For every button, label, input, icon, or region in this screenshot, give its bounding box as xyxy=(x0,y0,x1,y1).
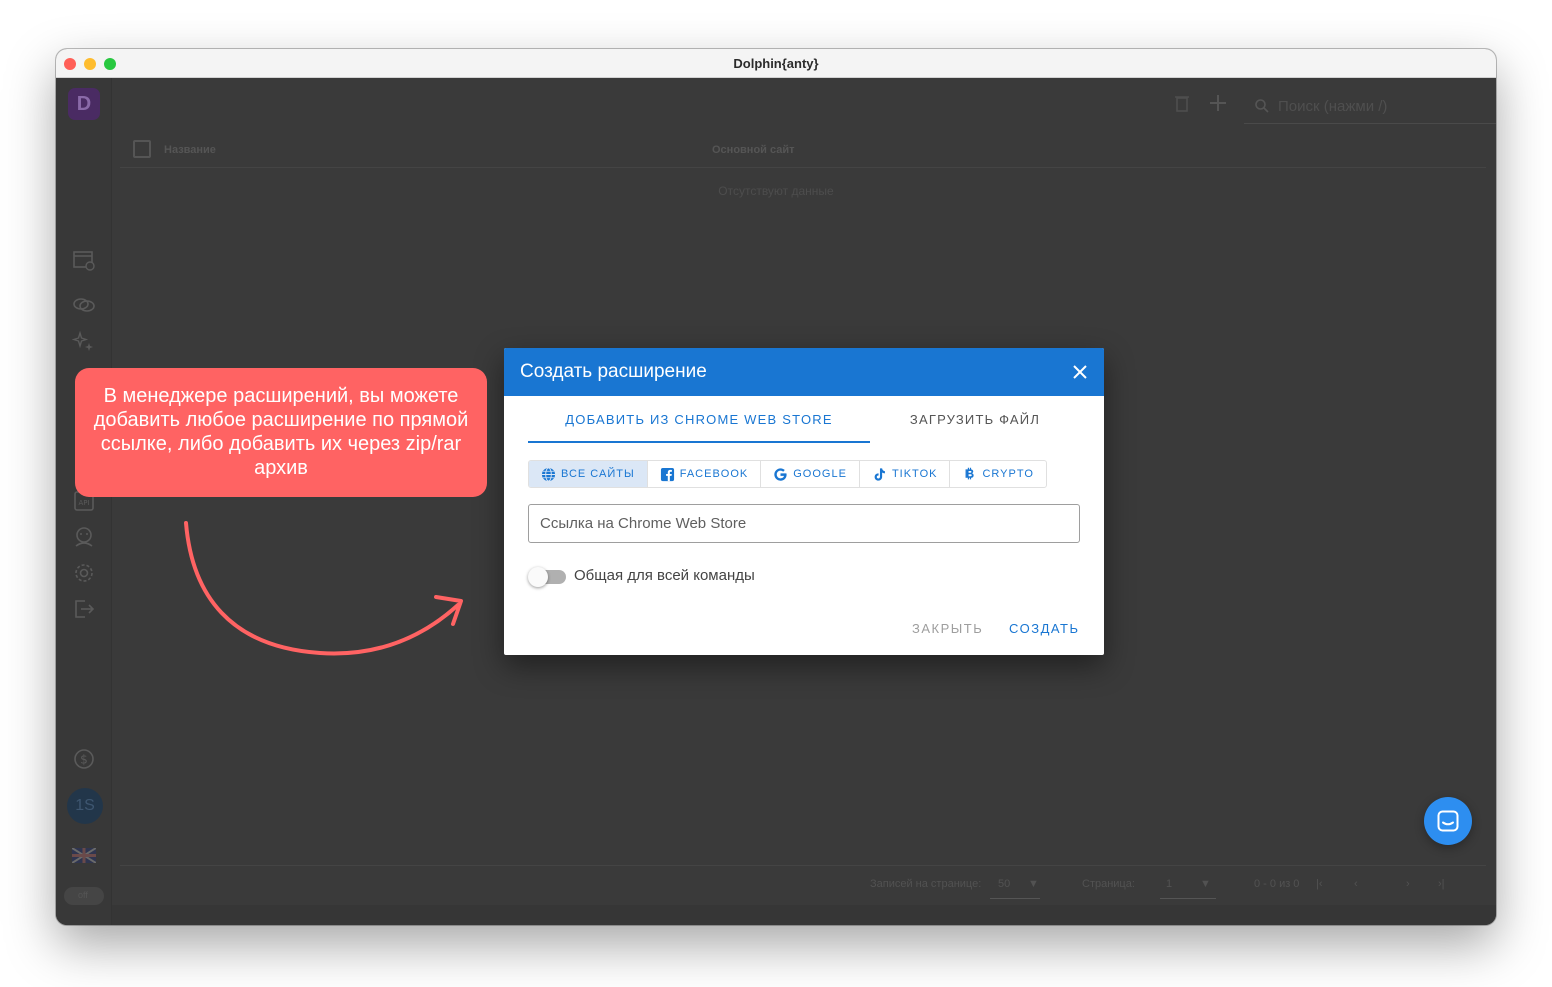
filter-label: GOOGLE xyxy=(793,468,847,480)
filter-crypto[interactable]: CRYPTO xyxy=(950,461,1045,487)
add-icon[interactable] xyxy=(1207,92,1229,114)
filter-all-sites[interactable]: ВСЕ САЙТЫ xyxy=(529,461,648,487)
create-button[interactable]: СОЗДАТЬ xyxy=(1009,621,1080,636)
sidebar: D API $ 1S off xyxy=(56,78,112,925)
annotation-arrow-icon xyxy=(184,521,463,656)
logout-icon[interactable] xyxy=(72,598,96,620)
filter-tiktok[interactable]: TIKTOK xyxy=(860,461,951,487)
bitcoin-icon xyxy=(966,467,975,479)
chrome-web-store-url-input[interactable] xyxy=(528,504,1080,543)
site-filter-group: ВСЕ САЙТЫ FACEBOOK GOOGLE TIKTOK CRYPTO xyxy=(528,460,1047,488)
column-header-name[interactable]: Название xyxy=(164,144,216,156)
filter-label: TIKTOK xyxy=(891,468,938,480)
tiktok-icon xyxy=(874,467,885,481)
proxy-icon[interactable] xyxy=(72,294,96,316)
empty-table-message: Отсутствуют данные xyxy=(718,184,834,198)
chat-icon xyxy=(1437,810,1459,832)
annotation-callout: В менеджере расширений, вы можете добави… xyxy=(75,368,487,497)
close-icon[interactable] xyxy=(1070,362,1090,382)
range-text: 0 - 0 из 0 xyxy=(1254,878,1300,890)
page-label: Страница: xyxy=(1082,878,1135,890)
share-with-team-label: Общая для всей команды xyxy=(574,567,755,584)
next-page-icon[interactable]: › xyxy=(1406,878,1410,890)
select-all-checkbox[interactable] xyxy=(133,140,151,158)
support-chat-button[interactable] xyxy=(1424,797,1472,845)
browser-profiles-icon[interactable] xyxy=(72,250,96,272)
rows-per-page-label: Записей на странице: xyxy=(870,878,982,890)
prev-page-icon[interactable]: ‹ xyxy=(1354,878,1358,890)
create-extension-dialog: Создать расширение ДОБАВИТЬ ИЗ CHROME WE… xyxy=(504,348,1104,655)
billing-dollar-icon[interactable]: $ xyxy=(72,748,96,770)
page-select[interactable]: 1 xyxy=(1166,878,1172,890)
dialog-title: Создать расширение xyxy=(520,361,707,382)
first-page-icon[interactable]: |‹ xyxy=(1316,878,1323,890)
filter-facebook[interactable]: FACEBOOK xyxy=(648,461,762,487)
filter-label: FACEBOOK xyxy=(679,468,749,480)
share-with-team-toggle[interactable] xyxy=(528,567,566,587)
column-header-main-site[interactable]: Основной сайт xyxy=(712,144,795,156)
team-icon[interactable] xyxy=(72,526,96,548)
filter-label: CRYPTO xyxy=(982,468,1034,480)
search-placeholder: Поиск (нажми /) xyxy=(1278,98,1388,115)
automation-icon[interactable] xyxy=(71,330,96,352)
table-header: Название Основной сайт xyxy=(120,136,1486,168)
google-icon xyxy=(774,467,787,481)
svg-text:API: API xyxy=(78,499,89,507)
tab-chrome-web-store[interactable]: ДОБАВИТЬ ИЗ CHROME WEB STORE xyxy=(528,412,870,427)
rows-per-page-select[interactable]: 50 xyxy=(998,878,1010,890)
theme-toggle-text: off xyxy=(78,890,88,900)
globe-icon xyxy=(541,466,556,482)
top-bar: Поиск (нажми /) xyxy=(112,78,1496,130)
pagination-footer: Записей на странице: 50 ▼ Страница: 1 ▼ … xyxy=(120,865,1486,901)
settings-gear-icon[interactable] xyxy=(72,562,96,584)
tab-upload-file[interactable]: ЗАГРУЗИТЬ ФАЙЛ xyxy=(870,412,1080,427)
language-flag-icon[interactable] xyxy=(71,847,97,864)
title-bar: Dolphin{anty} xyxy=(56,49,1496,78)
dialog-header: Создать расширение xyxy=(504,348,1104,396)
user-avatar[interactable]: 1S xyxy=(67,788,103,824)
svg-text:$: $ xyxy=(80,753,88,767)
chevron-down-icon[interactable]: ▼ xyxy=(1200,878,1211,890)
window-title: Dolphin{anty} xyxy=(733,56,819,71)
facebook-icon xyxy=(660,467,674,481)
delete-icon[interactable] xyxy=(1171,92,1193,114)
filter-google[interactable]: GOOGLE xyxy=(761,461,860,487)
last-page-icon[interactable]: ›| xyxy=(1438,878,1445,890)
search-icon xyxy=(1255,99,1269,113)
filter-label: ВСЕ САЙТЫ xyxy=(561,468,635,480)
close-button[interactable]: ЗАКРЫТЬ xyxy=(912,621,983,636)
app-logo[interactable]: D xyxy=(68,88,100,120)
chevron-down-icon[interactable]: ▼ xyxy=(1028,878,1039,890)
search-field[interactable]: Поиск (нажми /) xyxy=(1244,92,1496,124)
active-tab-indicator xyxy=(528,441,870,443)
status-bar xyxy=(112,905,1496,925)
